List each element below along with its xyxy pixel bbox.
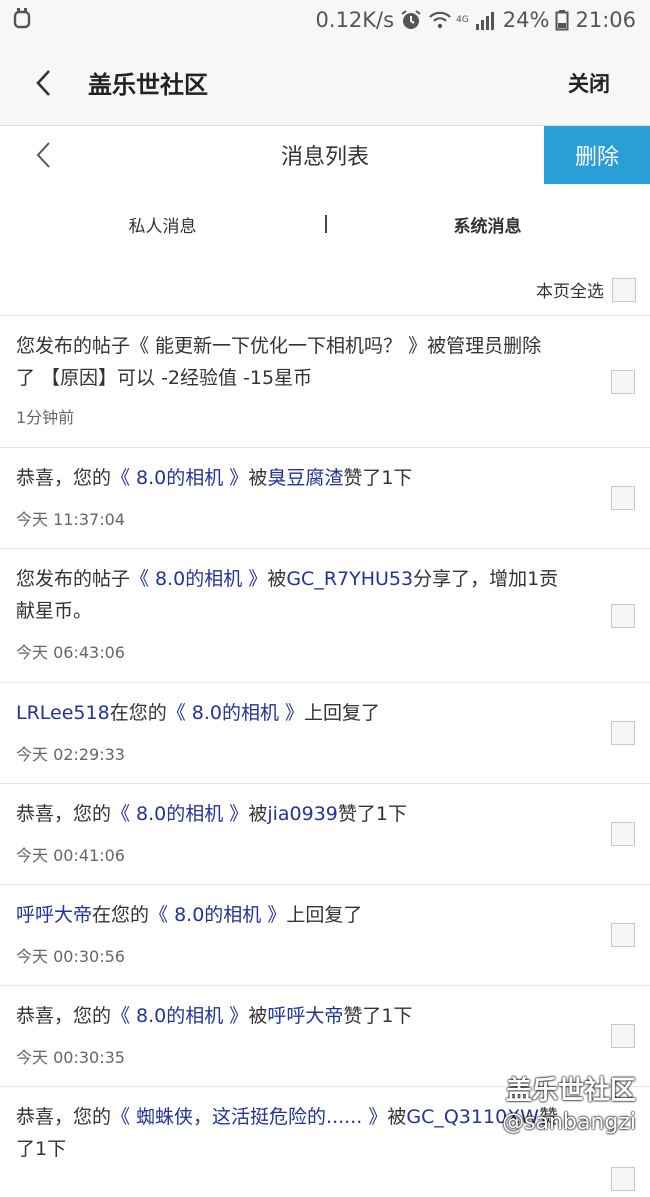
page-title: 盖乐世社区 — [88, 70, 208, 99]
delete-button[interactable]: 删除 — [544, 126, 650, 184]
user-link[interactable]: 呼呼大帝 — [267, 1005, 343, 1027]
post-link[interactable]: 《 8.0的相机 》 — [111, 467, 248, 489]
watermark-title: 盖乐世社区 — [505, 1076, 636, 1106]
message-checkbox[interactable] — [611, 822, 635, 846]
list-item[interactable]: 您发布的帖子《 8.0的相机 》被GC_R7YHU53分享了，增加1贡献星币。 … — [0, 549, 650, 683]
message-time: 今天 11:37:04 — [16, 510, 125, 529]
message-list: 您发布的帖子《 能更新一下优化一下相机吗？ 》被管理员删除了 【原因】可以 -2… — [0, 316, 650, 1197]
list-item[interactable]: LRLee518在您的《 8.0的相机 》上回复了 今天 02:29:33 — [0, 683, 650, 784]
back-chevron-icon — [36, 69, 50, 96]
message-time: 今天 00:30:35 — [16, 1048, 125, 1067]
alarm-icon — [400, 9, 422, 31]
sub-header: 消息列表 删除 — [0, 126, 650, 184]
watermark-handle: @sanbangzi — [502, 1110, 636, 1135]
list-item[interactable]: 您发布的帖子《 能更新一下优化一下相机吗？ 》被管理员删除了 【原因】可以 -2… — [0, 316, 650, 448]
back-chevron-icon — [36, 142, 50, 168]
message-text: LRLee518在您的《 8.0的相机 》上回复了 — [16, 702, 381, 724]
post-link[interactable]: 《 8.0的相机 》 — [130, 568, 267, 590]
select-all-row: 本页全选 — [0, 264, 650, 316]
status-bar: 0.12K/s 4G 24% 21:06 — [0, 0, 650, 40]
message-time: 1分钟前 — [16, 408, 75, 427]
close-button[interactable]: 关闭 — [568, 40, 610, 125]
wifi-icon — [428, 9, 451, 31]
list-item[interactable]: 恭喜，您的《 8.0的相机 》被jia0939赞了1下 今天 00:41:06 — [0, 784, 650, 885]
message-checkbox[interactable] — [611, 486, 635, 510]
message-text: 您发布的帖子《 8.0的相机 》被GC_R7YHU53分享了，增加1贡献星币。 — [16, 568, 559, 622]
battery-percent: 24% — [502, 8, 550, 32]
back-button-secondary[interactable] — [0, 126, 88, 184]
message-text: 恭喜，您的《 8.0的相机 》被jia0939赞了1下 — [16, 803, 407, 825]
title-bar: 盖乐世社区 关闭 — [0, 40, 650, 126]
back-button[interactable] — [0, 40, 88, 125]
tab-system-messages[interactable]: 系统消息 — [325, 212, 650, 237]
network-speed: 0.12K/s — [315, 8, 395, 32]
user-link[interactable]: LRLee518 — [16, 702, 110, 724]
post-link[interactable]: 《 8.0的相机 》 — [111, 803, 248, 825]
signal-icon — [475, 9, 497, 31]
battery-icon — [555, 9, 569, 31]
message-time: 今天 00:41:06 — [16, 846, 125, 865]
message-checkbox[interactable] — [611, 369, 635, 394]
message-time: 今天 00:30:56 — [16, 947, 125, 966]
message-text: 您发布的帖子《 能更新一下优化一下相机吗？ 》被管理员删除了 【原因】可以 -2… — [16, 335, 542, 389]
message-text: 呼呼大帝在您的《 8.0的相机 》上回复了 — [16, 904, 363, 926]
post-link[interactable]: 《 8.0的相机 》 — [167, 702, 304, 724]
clock: 21:06 — [575, 8, 636, 32]
user-link[interactable]: 臭豆腐渣 — [267, 467, 343, 489]
tab-private-messages[interactable]: 私人消息 — [0, 212, 325, 237]
select-all-label: 本页全选 — [536, 282, 604, 302]
user-link[interactable]: 呼呼大帝 — [16, 904, 92, 926]
message-text: 恭喜，您的《 8.0的相机 》被臭豆腐渣赞了1下 — [16, 467, 413, 489]
post-link[interactable]: 《 蜘蛛侠，这活挺危险的...... 》 — [111, 1106, 387, 1128]
message-checkbox[interactable] — [611, 1167, 635, 1191]
message-text: 恭喜，您的《 8.0的相机 》被呼呼大帝赞了1下 — [16, 1005, 413, 1027]
message-tabs: 私人消息 系统消息 — [0, 184, 650, 264]
app-notification-icon — [12, 7, 32, 34]
message-checkbox[interactable] — [611, 1024, 635, 1048]
user-link[interactable]: GC_R7YHU53 — [286, 568, 413, 590]
message-text: 恭喜，您的《 蜘蛛侠，这活挺危险的...... 》被GC_Q3110XW赞了1下 — [16, 1106, 558, 1160]
network-type: 4G — [456, 15, 469, 25]
message-time: 今天 06:43:06 — [16, 643, 125, 662]
message-checkbox[interactable] — [611, 721, 635, 745]
watermark: 盖乐世社区 @sanbangzi — [502, 1074, 636, 1138]
message-checkbox[interactable] — [611, 923, 635, 947]
post-link[interactable]: 《 8.0的相机 》 — [149, 904, 286, 926]
select-all-checkbox[interactable] — [612, 277, 636, 302]
message-checkbox[interactable] — [611, 603, 635, 628]
user-link[interactable]: jia0939 — [267, 803, 338, 825]
list-item[interactable]: 恭喜，您的《 8.0的相机 》被臭豆腐渣赞了1下 今天 11:37:04 — [0, 448, 650, 549]
list-item[interactable]: 恭喜，您的《 8.0的相机 》被呼呼大帝赞了1下 今天 00:30:35 — [0, 986, 650, 1087]
tab-divider — [325, 215, 327, 233]
post-link[interactable]: 《 8.0的相机 》 — [111, 1005, 248, 1027]
list-item[interactable]: 呼呼大帝在您的《 8.0的相机 》上回复了 今天 00:30:56 — [0, 885, 650, 986]
message-time: 今天 02:29:33 — [16, 745, 125, 764]
